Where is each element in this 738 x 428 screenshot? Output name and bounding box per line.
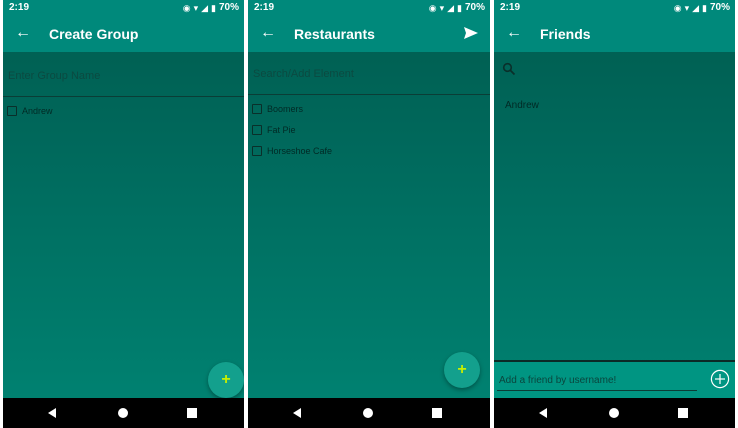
status-time: 2:19	[9, 2, 30, 13]
battery-percent: 70%	[464, 2, 485, 13]
group-name-input[interactable]	[6, 66, 241, 86]
nav-back-icon[interactable]	[536, 406, 550, 420]
member-checkbox-row[interactable]: Andrew	[7, 102, 53, 120]
nav-back-icon[interactable]	[290, 406, 304, 420]
page-title: Friends	[540, 26, 591, 42]
friend-search-bar[interactable]	[494, 52, 735, 92]
search-icon[interactable]	[502, 62, 516, 76]
page-title: Create Group	[49, 26, 139, 42]
restaurants-screen: 2:19 ◉ ▾ ◢ ▮ 70% ← Restaurants Boomers F…	[248, 0, 490, 428]
battery-icon: ▮	[211, 2, 216, 13]
system-nav-bar	[494, 398, 735, 428]
checkbox[interactable]	[252, 146, 262, 156]
status-bar: 2:19 ◉ ▾ ◢ ▮ 70%	[3, 0, 244, 16]
nav-home-icon[interactable]	[116, 406, 130, 420]
battery-percent: 70%	[218, 2, 239, 13]
app-bar: ← Friends	[494, 16, 735, 52]
restaurant-checkbox-row[interactable]: Horseshoe Cafe	[252, 142, 332, 160]
wifi-icon: ▾	[439, 2, 445, 13]
add-fab-button[interactable]: +	[444, 352, 480, 388]
page-title: Restaurants	[294, 26, 375, 42]
nav-recent-icon[interactable]	[185, 406, 199, 420]
battery-icon: ▮	[457, 2, 462, 13]
nav-home-icon[interactable]	[607, 406, 621, 420]
status-icons: ◉ ▾ ◢ ▮ 70%	[674, 2, 730, 13]
signal-icon: ◢	[201, 2, 209, 13]
member-label: Andrew	[22, 106, 53, 116]
wifi-icon: ▾	[684, 2, 690, 13]
create-group-screen: 2:19 ◉ ▾ ◢ ▮ 70% ← Create Group Andrew +	[3, 0, 244, 428]
add-friend-bar	[494, 360, 735, 398]
restaurant-label: Horseshoe Cafe	[267, 146, 333, 156]
app-bar: ← Create Group	[3, 16, 244, 52]
eye-icon: ◉	[428, 2, 437, 13]
app-bar: ← Restaurants	[248, 16, 490, 52]
back-arrow-icon[interactable]: ←	[258, 23, 278, 43]
restaurant-checkbox-row[interactable]: Fat Pie	[252, 121, 296, 139]
nav-recent-icon[interactable]	[430, 406, 444, 420]
checkbox[interactable]	[252, 125, 262, 135]
add-fab-button[interactable]: +	[208, 362, 244, 398]
search-add-field	[248, 54, 490, 95]
restaurant-label: Fat Pie	[267, 125, 296, 135]
search-add-input[interactable]	[251, 64, 487, 84]
friends-screen: 2:19 ◉ ▾ ◢ ▮ 70% ← Friends Andrew	[494, 0, 735, 428]
signal-icon: ◢	[692, 2, 700, 13]
add-circle-icon[interactable]	[710, 369, 730, 389]
nav-recent-icon[interactable]	[676, 406, 690, 420]
group-name-field	[3, 56, 244, 97]
system-nav-bar	[248, 398, 490, 428]
send-icon[interactable]	[462, 24, 480, 42]
checkbox[interactable]	[252, 104, 262, 114]
eye-icon: ◉	[673, 2, 682, 13]
add-friend-input[interactable]	[497, 370, 697, 391]
restaurant-checkbox-row[interactable]: Boomers	[252, 100, 303, 118]
status-time: 2:19	[500, 2, 521, 13]
status-icons: ◉ ▾ ◢ ▮ 70%	[183, 2, 239, 13]
nav-home-icon[interactable]	[361, 406, 375, 420]
signal-icon: ◢	[447, 2, 455, 13]
restaurant-label: Boomers	[267, 104, 304, 114]
nav-back-icon[interactable]	[45, 406, 59, 420]
wifi-icon: ▾	[193, 2, 199, 13]
back-arrow-icon[interactable]: ←	[504, 23, 524, 43]
status-bar: 2:19 ◉ ▾ ◢ ▮ 70%	[248, 0, 490, 16]
status-time: 2:19	[254, 2, 275, 13]
checkbox[interactable]	[7, 106, 17, 116]
status-bar: 2:19 ◉ ▾ ◢ ▮ 70%	[494, 0, 735, 16]
battery-percent: 70%	[709, 2, 730, 13]
back-arrow-icon[interactable]: ←	[13, 23, 33, 43]
status-icons: ◉ ▾ ◢ ▮ 70%	[429, 2, 485, 13]
system-nav-bar	[3, 398, 244, 428]
battery-icon: ▮	[702, 2, 707, 13]
eye-icon: ◉	[182, 2, 191, 13]
friend-list-item[interactable]: Andrew	[505, 100, 539, 111]
